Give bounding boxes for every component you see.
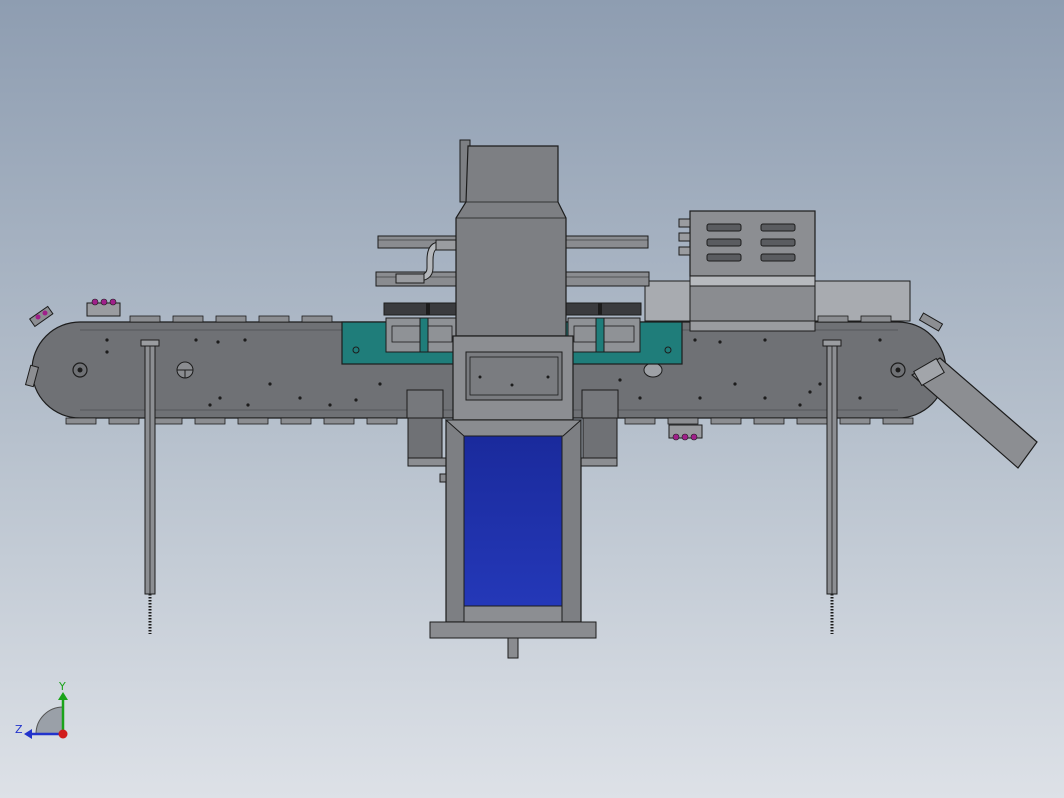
cleat [258,315,290,323]
cleat [817,315,849,323]
cleat [215,315,247,323]
cleat [366,417,398,425]
frame-hole [638,396,642,400]
frame-hole [798,403,802,407]
cleat [882,417,914,425]
cleat [710,417,742,425]
cleat [323,417,355,425]
z-axis-label: Z [15,723,23,736]
frame-hole [818,382,822,386]
cleat [108,417,140,425]
frame-hole [733,382,737,386]
frame-hole [246,403,250,407]
cleat [301,315,333,323]
cleat [839,417,871,425]
frame-hole [693,338,697,342]
frame-hole [216,340,220,344]
cleat [667,417,699,425]
frame-hole [243,338,247,342]
bottom-tray [668,424,703,441]
cleat [796,417,828,425]
cleat [860,315,892,323]
frame-hole [354,398,358,402]
frame-hole [878,338,882,342]
y-axis-label: Y [58,680,66,693]
frame-hole [763,396,767,400]
discharge-chute [910,357,1038,469]
cleat [237,417,269,425]
frame-hole [194,338,198,342]
frame-hole [858,396,862,400]
cleat [65,417,97,425]
cleat [194,417,226,425]
cleat [172,315,204,323]
frame-hole [208,403,212,407]
blue-panel [463,435,563,607]
frame-hole [298,396,302,400]
cleat [129,315,161,323]
left-sensor-disc [176,361,194,379]
axis-triad: Y Z [15,680,68,739]
frame-hole [105,338,109,342]
frame-hole [618,378,622,382]
cad-drawing: Y Z [15,139,1038,739]
cleat [624,417,656,425]
x-axis-dot [58,729,68,739]
frame-hole [105,350,109,354]
frame-hole [763,338,767,342]
frame-hole [698,396,702,400]
frame-hole [328,403,332,407]
mid-cutout [643,362,663,378]
electrical-box [678,210,816,332]
frame-hole [268,382,272,386]
base-column [429,419,597,659]
top-left-tray [86,298,121,317]
cad-viewport[interactable]: Y Z [0,0,1064,798]
frame-hole [378,382,382,386]
frame-hole [718,340,722,344]
frame-hole [218,396,222,400]
cleat [151,417,183,425]
cleat [753,417,785,425]
cleat [280,417,312,425]
frame-hole [808,390,812,394]
control-housing [452,335,574,421]
main-head [455,139,567,337]
